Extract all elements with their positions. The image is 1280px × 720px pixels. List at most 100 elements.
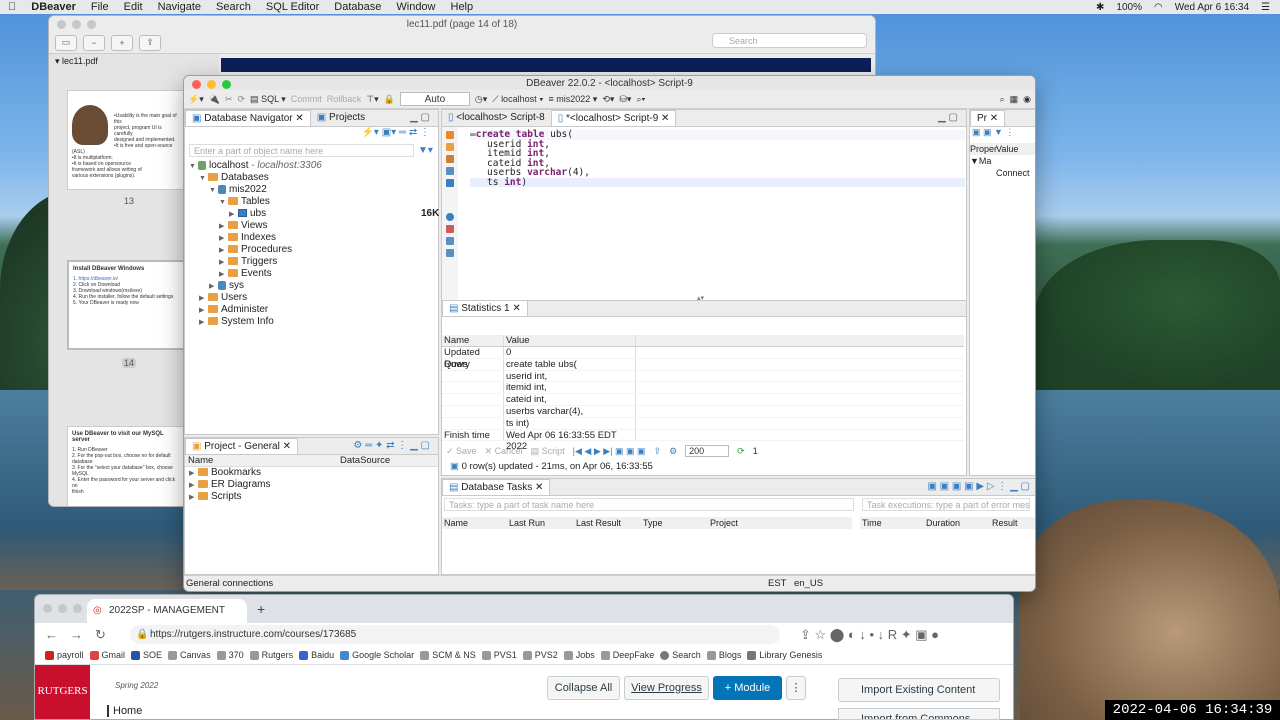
apple-icon[interactable]: 	[8, 1, 16, 13]
bookmark-deepfake[interactable]: DeepFake	[600, 650, 654, 660]
table-row[interactable]: cateid int,	[442, 394, 964, 406]
more-options-icon[interactable]: ⋮	[786, 676, 806, 700]
forward-icon[interactable]: →	[70, 627, 83, 642]
navigation-icons[interactable]: |◀ ◀ ▶ ▶| ▣ ▣ ▣	[573, 446, 646, 457]
tree-item-users[interactable]: ▶ Users	[189, 292, 438, 304]
disconnect-icon[interactable]: ✂	[225, 94, 233, 105]
rutgers-logo[interactable]: RUTGERS	[35, 665, 90, 719]
bookmark-blogs[interactable]: Blogs	[706, 650, 741, 660]
bookmark-scm[interactable]: SCM & NS	[420, 650, 476, 660]
tab-script-8[interactable]: ▯ <localhost> Script-8	[442, 110, 551, 126]
task-execution-search-input[interactable]: Task executions: type a part of error me…	[862, 498, 1030, 511]
menu-search[interactable]: Search	[216, 1, 251, 13]
bookmark-pvs1[interactable]: PVS1	[481, 650, 517, 660]
tree-item-events[interactable]: ▶ Events	[189, 268, 438, 280]
menu-edit[interactable]: Edit	[124, 1, 143, 13]
menu-sql-editor[interactable]: SQL Editor	[266, 1, 319, 13]
table-row[interactable]: userbs varchar(4),	[442, 405, 964, 418]
zoom-in-icon[interactable]: +	[111, 34, 133, 51]
menu-window[interactable]: Window	[396, 1, 435, 13]
table-row[interactable]: Updated Rows 0	[442, 347, 964, 370]
bookmark-library-genesis[interactable]: Library Genesis	[747, 650, 822, 660]
tab-script-9[interactable]: ▯ *<localhost> Script-9 ✕	[550, 110, 677, 126]
collapse-all-button[interactable]: Collapse All	[547, 676, 620, 700]
settings-icon[interactable]	[446, 213, 454, 221]
refresh-icon[interactable]: ⟲▾	[602, 94, 614, 105]
connection-selector[interactable]: ⟋ localhost ▾	[492, 94, 543, 105]
tree-item-administer[interactable]: ▶ Administer	[189, 304, 438, 316]
tree-item-tables[interactable]: ▼ Tables	[189, 196, 438, 208]
tab-project-general[interactable]: ▣ Project - General ✕	[185, 438, 298, 454]
task-search-input[interactable]: Tasks: type a part of task name here	[444, 498, 854, 511]
pdf-search-input[interactable]: Search	[712, 33, 867, 48]
tab-statistics-1[interactable]: ▤ Statistics 1 ✕	[442, 300, 528, 316]
editor-min-max-icon[interactable]: ▁ ▢	[938, 112, 958, 123]
import-existing-content-button[interactable]: Import Existing Content	[838, 678, 1000, 702]
status-timezone[interactable]: EST	[768, 576, 786, 591]
zoom-out-icon[interactable]: −	[83, 34, 105, 51]
bookmark-rutgers[interactable]: Rutgers	[249, 650, 293, 660]
auto-commit-select[interactable]: Auto	[399, 92, 470, 106]
execute-new-tab-icon[interactable]	[446, 155, 454, 163]
properties-row[interactable]: ▼Ma	[970, 155, 1035, 167]
results-settings-icon[interactable]: ⚙	[669, 446, 677, 457]
page-thumbnail-13[interactable]: •Usability is the main goal of this proje…	[67, 90, 185, 190]
search-icon[interactable]: ⌕▾	[636, 94, 645, 105]
menu-database[interactable]: Database	[334, 1, 381, 13]
menu-file[interactable]: File	[91, 1, 109, 13]
connect-icon[interactable]: 🔌	[209, 94, 220, 105]
bookmark-canvas[interactable]: Canvas	[168, 650, 211, 660]
project-item-er-diagrams[interactable]: ▶ ER Diagrams	[189, 479, 438, 491]
window-controls[interactable]	[43, 604, 82, 613]
extension-icons[interactable]: ⇪ ☆ ⬤ ◐ ↓ • ↓ R ✦ ▣ ●	[800, 627, 939, 643]
bookmark-payroll[interactable]: payroll	[45, 650, 84, 660]
tree-item-indexes[interactable]: ▶ Indexes	[189, 232, 438, 244]
bookmark-pvs2[interactable]: PVS2	[522, 650, 558, 660]
perspective-icon[interactable]: ▦	[1010, 94, 1019, 105]
properties-toolbar[interactable]: ▣ ▣ ▼ ⋮	[970, 127, 1035, 143]
tree-item-triggers[interactable]: ▶ Triggers	[189, 256, 438, 268]
nav-home-link[interactable]: Home	[107, 705, 142, 717]
execute-statement-icon[interactable]	[446, 131, 454, 139]
page-thumbnail-15[interactable]: Use DBeaver to visit our MySQL server 1.…	[67, 426, 185, 506]
sql-code[interactable]: ▬create table ubs( userid int, itemid in…	[470, 130, 965, 187]
bookmark-370[interactable]: 370	[216, 650, 244, 660]
menu-app-name[interactable]: DBeaver	[31, 1, 76, 13]
reload-icon[interactable]: ↻	[95, 627, 106, 643]
tree-item-procedures[interactable]: ▶ Procedures	[189, 244, 438, 256]
global-search-icon[interactable]: ⌕	[1000, 94, 1005, 105]
wifi-icon[interactable]: ◠	[1154, 2, 1163, 13]
lock-icon[interactable]: 🔒	[384, 94, 395, 105]
export-results-icon[interactable]: ⇪	[654, 446, 662, 457]
save-button[interactable]: ✓ Save	[446, 446, 477, 457]
navigator-toolbar[interactable]: ⚡▾ ▣▾ ═ ⇄ ⋮	[185, 127, 438, 141]
table-row[interactable]: itemid int,	[442, 382, 964, 395]
status-locale[interactable]: en_US	[794, 576, 823, 591]
transaction-mode-icon[interactable]: ⊤▾	[366, 94, 378, 105]
new-connection-icon[interactable]: ⚡▾	[188, 94, 204, 105]
menu-help[interactable]: Help	[451, 1, 474, 13]
sidebar-toggle-icon[interactable]: ▭	[55, 34, 77, 51]
tab-properties[interactable]: Pr ✕	[970, 110, 1006, 126]
bookmark-gmail[interactable]: Gmail	[89, 650, 125, 660]
browser-tab[interactable]: ◎2022SP - MANAGEMENT INFO ✕	[87, 599, 247, 640]
menu-navigate[interactable]: Navigate	[158, 1, 201, 13]
share-icon[interactable]: ⇪	[139, 34, 161, 51]
address-bar[interactable]: 🔒 https://rutgers.instructure.com/courses…	[130, 625, 780, 644]
script-button[interactable]: ▤ Script	[531, 446, 565, 457]
filter-icon[interactable]: ▼▾	[418, 145, 433, 156]
history-icon[interactable]: ◷▾	[475, 94, 487, 105]
tab-projects[interactable]: ▣ Projects	[311, 110, 371, 126]
tools-icon[interactable]: ⛁▾	[619, 94, 631, 105]
rollback-button[interactable]: Rollback	[327, 94, 362, 104]
import-from-commons-button[interactable]: Import from Commons	[838, 708, 1000, 720]
project-item-bookmarks[interactable]: ▶ Bookmarks	[189, 467, 438, 479]
tree-item-ubs[interactable]: ▶ ubs 16K	[189, 208, 439, 220]
fetch-size-input[interactable]: 200	[685, 445, 730, 457]
tree-item-localhost[interactable]: ▼ localhost - localhost:3306	[189, 160, 438, 172]
refresh-results-icon[interactable]: ⟳	[737, 446, 745, 457]
bookmark-baidu[interactable]: Baidu	[299, 650, 334, 660]
database-selector[interactable]: ≡ mis2022 ▾	[549, 94, 598, 105]
bookmark-google-scholar[interactable]: Google Scholar	[340, 650, 414, 660]
commit-button[interactable]: Commit	[291, 94, 322, 104]
